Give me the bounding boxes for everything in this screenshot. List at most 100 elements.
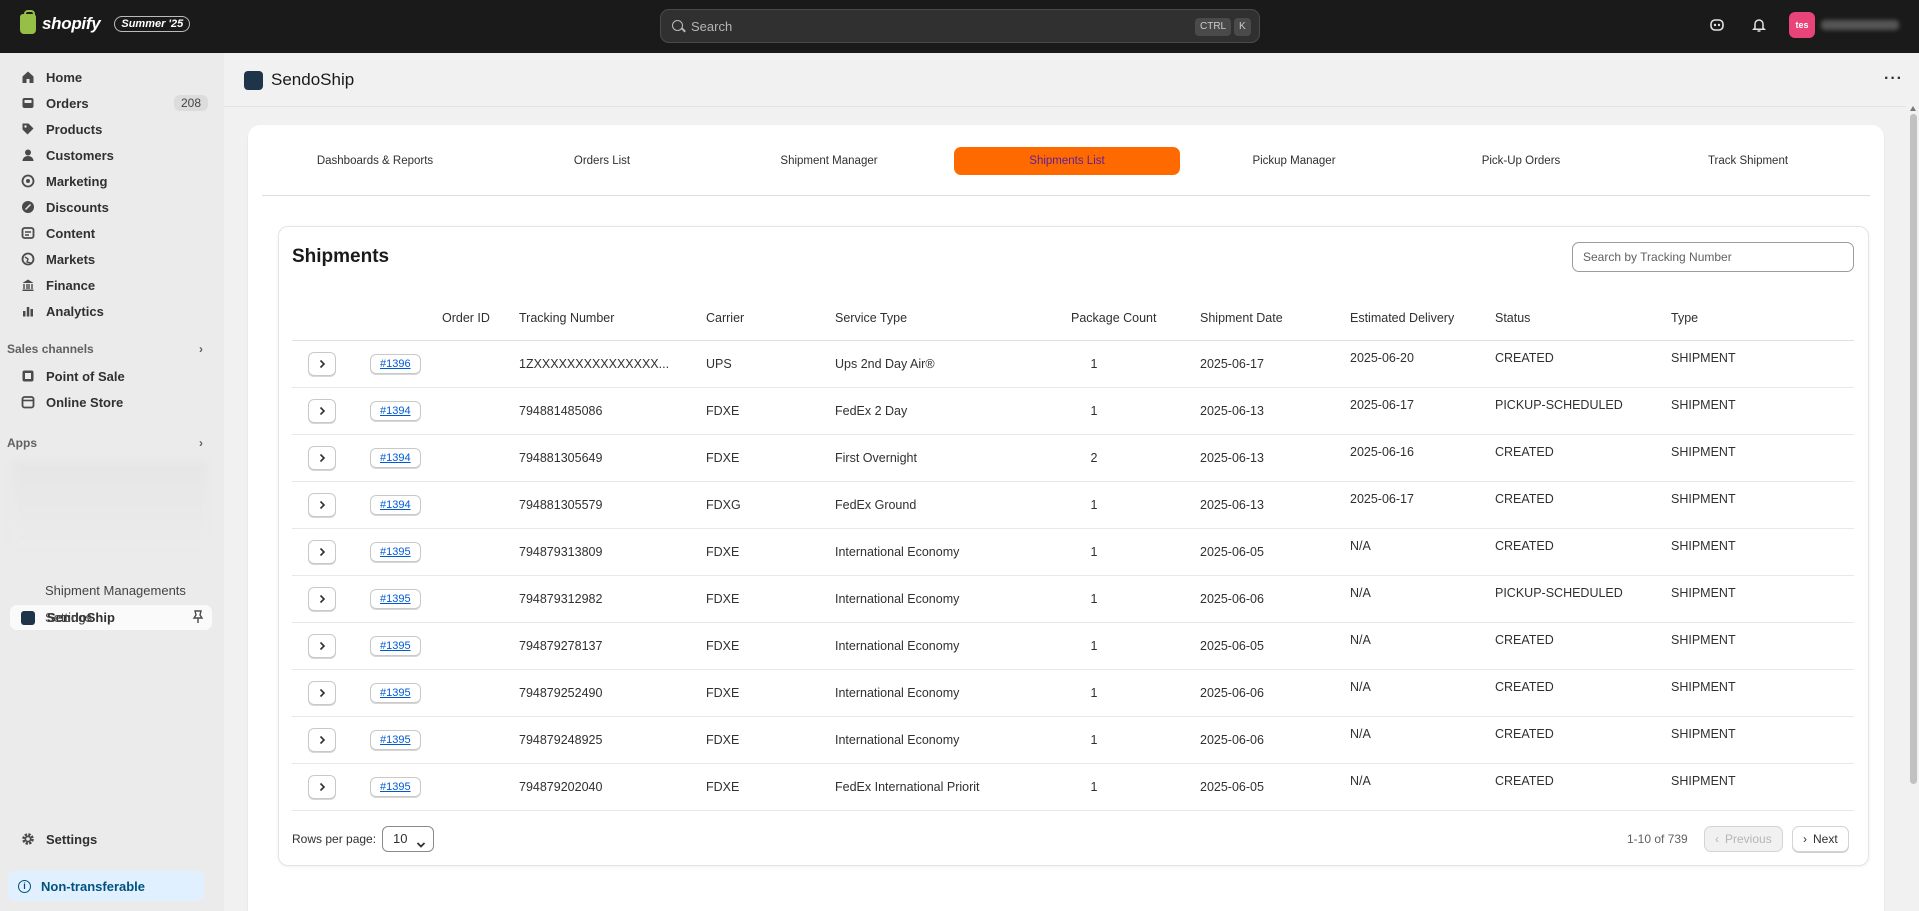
sidebar-item-label: Content bbox=[46, 225, 96, 241]
apps-header[interactable]: Apps › bbox=[7, 436, 203, 450]
chevron-right-icon bbox=[319, 688, 326, 697]
sidebar-item-content[interactable]: Content bbox=[10, 221, 212, 245]
sidebar-item-markets[interactable]: Markets bbox=[10, 247, 212, 271]
expand-row-button[interactable] bbox=[308, 539, 336, 564]
sidebar-item-marketing[interactable]: Marketing bbox=[10, 169, 212, 193]
table-row: #1395 794879278137 FDXE International Econo… bbox=[292, 622, 1854, 670]
tab-pickup-manager[interactable]: Pickup Manager bbox=[1181, 147, 1407, 175]
sidekick-icon[interactable] bbox=[1705, 13, 1729, 37]
sidebar-item-finance[interactable]: Finance bbox=[10, 273, 212, 297]
app-tabs: Dashboards & Reports Orders List Shipmen… bbox=[262, 147, 1872, 175]
pin-icon[interactable] bbox=[192, 610, 204, 627]
tab-shipment-manager[interactable]: Shipment Manager bbox=[716, 147, 942, 175]
expand-row-button[interactable] bbox=[308, 680, 336, 705]
order-id-link[interactable]: #1396 bbox=[370, 353, 421, 374]
carrier-cell: FDXE bbox=[706, 716, 835, 764]
expand-row-button[interactable] bbox=[308, 445, 336, 470]
scroll-up-icon[interactable] bbox=[1910, 106, 1916, 111]
expand-cell bbox=[292, 716, 367, 764]
chevron-right-icon bbox=[319, 453, 326, 462]
package-count-cell: 1 bbox=[1028, 622, 1160, 670]
more-actions-icon[interactable]: ··· bbox=[1884, 70, 1903, 88]
carrier-cell: FDXE bbox=[706, 434, 835, 482]
app-title: SendoShip bbox=[271, 70, 355, 89]
table-row: #1394 794881305579 FDXG FedEx Ground 1 2025-0… bbox=[292, 481, 1854, 529]
account-menu[interactable]: tes bbox=[1789, 12, 1899, 38]
chart-icon bbox=[20, 303, 36, 319]
table-row: #1395 794879312982 FDXE International Econo… bbox=[292, 575, 1854, 623]
carrier-cell: FDXG bbox=[706, 481, 835, 529]
scrollbar-thumb[interactable] bbox=[1910, 114, 1917, 784]
tracking-search-input[interactable] bbox=[1572, 242, 1854, 272]
previous-page-button[interactable]: ‹ Previous bbox=[1704, 826, 1783, 852]
global-search[interactable]: Search CTRL K bbox=[660, 9, 1260, 43]
sidebar-item-label: Products bbox=[46, 121, 103, 137]
expand-row-button[interactable] bbox=[308, 586, 336, 611]
order-id-link[interactable]: #1395 bbox=[370, 729, 421, 750]
tracking-number-cell: 794879248925 bbox=[519, 716, 706, 764]
estimated-delivery-cell: N/A bbox=[1313, 669, 1488, 717]
sidebar-item-label: Settings bbox=[46, 831, 98, 847]
sales-channels-header[interactable]: Sales channels › bbox=[7, 342, 203, 356]
tracking-number-cell: 794881485086 bbox=[519, 387, 706, 435]
status-cell: CREATED bbox=[1488, 669, 1664, 717]
column-tracking-number: Tracking Number bbox=[519, 296, 706, 341]
package-count-cell: 1 bbox=[1028, 340, 1160, 388]
table-row: #1396 1ZXXXXXXXXXXXXXXX... UPS Ups 2nd Day … bbox=[292, 340, 1854, 388]
non-transferable-banner[interactable]: i Non-transferable bbox=[8, 871, 204, 901]
expand-cell bbox=[292, 763, 367, 811]
order-id-link[interactable]: #1394 bbox=[370, 447, 421, 468]
expand-row-button[interactable] bbox=[308, 492, 336, 517]
sidebar-item-analytics[interactable]: Analytics bbox=[10, 299, 212, 323]
tracking-number-cell: 794879202040 bbox=[519, 763, 706, 811]
order-id-link[interactable]: #1395 bbox=[370, 588, 421, 609]
sidebar-item-label: Finance bbox=[46, 277, 96, 293]
status-cell: CREATED bbox=[1488, 763, 1664, 811]
shopify-logo[interactable]: shopify Summer '25 bbox=[20, 10, 191, 34]
table-row: #1395 794879313809 FDXE International Econo… bbox=[292, 528, 1854, 576]
blurred-apps-list bbox=[12, 461, 208, 547]
bell-icon[interactable] bbox=[1747, 13, 1771, 37]
order-id-link[interactable]: #1394 bbox=[370, 494, 421, 515]
sidebar-item-point-of-sale[interactable]: Point of Sale bbox=[10, 364, 212, 388]
expand-row-button[interactable] bbox=[308, 633, 336, 658]
sidebar-item-online-store[interactable]: Online Store bbox=[10, 390, 212, 414]
sidebar-item-customers[interactable]: Customers bbox=[10, 143, 212, 167]
sidebar-item-sendoship[interactable]: SendoShip bbox=[10, 605, 212, 630]
order-id-link[interactable]: #1395 bbox=[370, 682, 421, 703]
carrier-cell: UPS bbox=[706, 340, 835, 388]
sidebar-sub-shipment-managements[interactable]: Shipment Managements bbox=[45, 583, 186, 598]
sidebar-item-settings[interactable]: Settings bbox=[10, 827, 212, 851]
package-count-cell: 1 bbox=[1028, 575, 1160, 623]
type-cell: SHIPMENT bbox=[1664, 434, 1854, 482]
sidebar-item-discounts[interactable]: Discounts bbox=[10, 195, 212, 219]
tab-pick-up-orders[interactable]: Pick-Up Orders bbox=[1408, 147, 1634, 175]
banner-label: Non-transferable bbox=[41, 878, 146, 894]
service-type-cell: FedEx Ground bbox=[835, 481, 1028, 529]
expand-row-button[interactable] bbox=[308, 774, 336, 799]
package-count-cell: 1 bbox=[1028, 763, 1160, 811]
status-cell: PICKUP-SCHEDULED bbox=[1488, 387, 1664, 435]
sidebar-item-home[interactable]: Home bbox=[10, 65, 212, 89]
bank-icon bbox=[20, 277, 36, 293]
sidebar-sub-settings[interactable]: Settings bbox=[45, 610, 92, 625]
expand-row-button[interactable] bbox=[308, 727, 336, 752]
page-scrollbar[interactable] bbox=[1908, 106, 1919, 911]
expand-row-button[interactable] bbox=[308, 398, 336, 423]
tab-shipments-list[interactable]: Shipments List bbox=[954, 147, 1180, 175]
sidebar-item-products[interactable]: Products bbox=[10, 117, 212, 141]
home-icon bbox=[20, 69, 36, 85]
tab-track-shipment[interactable]: Track Shipment bbox=[1635, 147, 1861, 175]
expand-row-button[interactable] bbox=[308, 351, 336, 376]
order-id-link[interactable]: #1395 bbox=[370, 541, 421, 562]
tab-dashboards-reports[interactable]: Dashboards & Reports bbox=[262, 147, 488, 175]
shipment-date-cell: 2025-06-13 bbox=[1160, 387, 1313, 435]
tab-orders-list[interactable]: Orders List bbox=[489, 147, 715, 175]
sidebar-item-orders[interactable]: Orders 208 bbox=[10, 91, 212, 115]
rows-per-page-select[interactable]: 10 bbox=[382, 826, 434, 852]
tracking-number-cell: 794879313809 bbox=[519, 528, 706, 576]
order-id-link[interactable]: #1395 bbox=[370, 776, 421, 797]
order-id-link[interactable]: #1395 bbox=[370, 635, 421, 656]
order-id-link[interactable]: #1394 bbox=[370, 400, 421, 421]
next-page-button[interactable]: › Next bbox=[1792, 826, 1849, 852]
